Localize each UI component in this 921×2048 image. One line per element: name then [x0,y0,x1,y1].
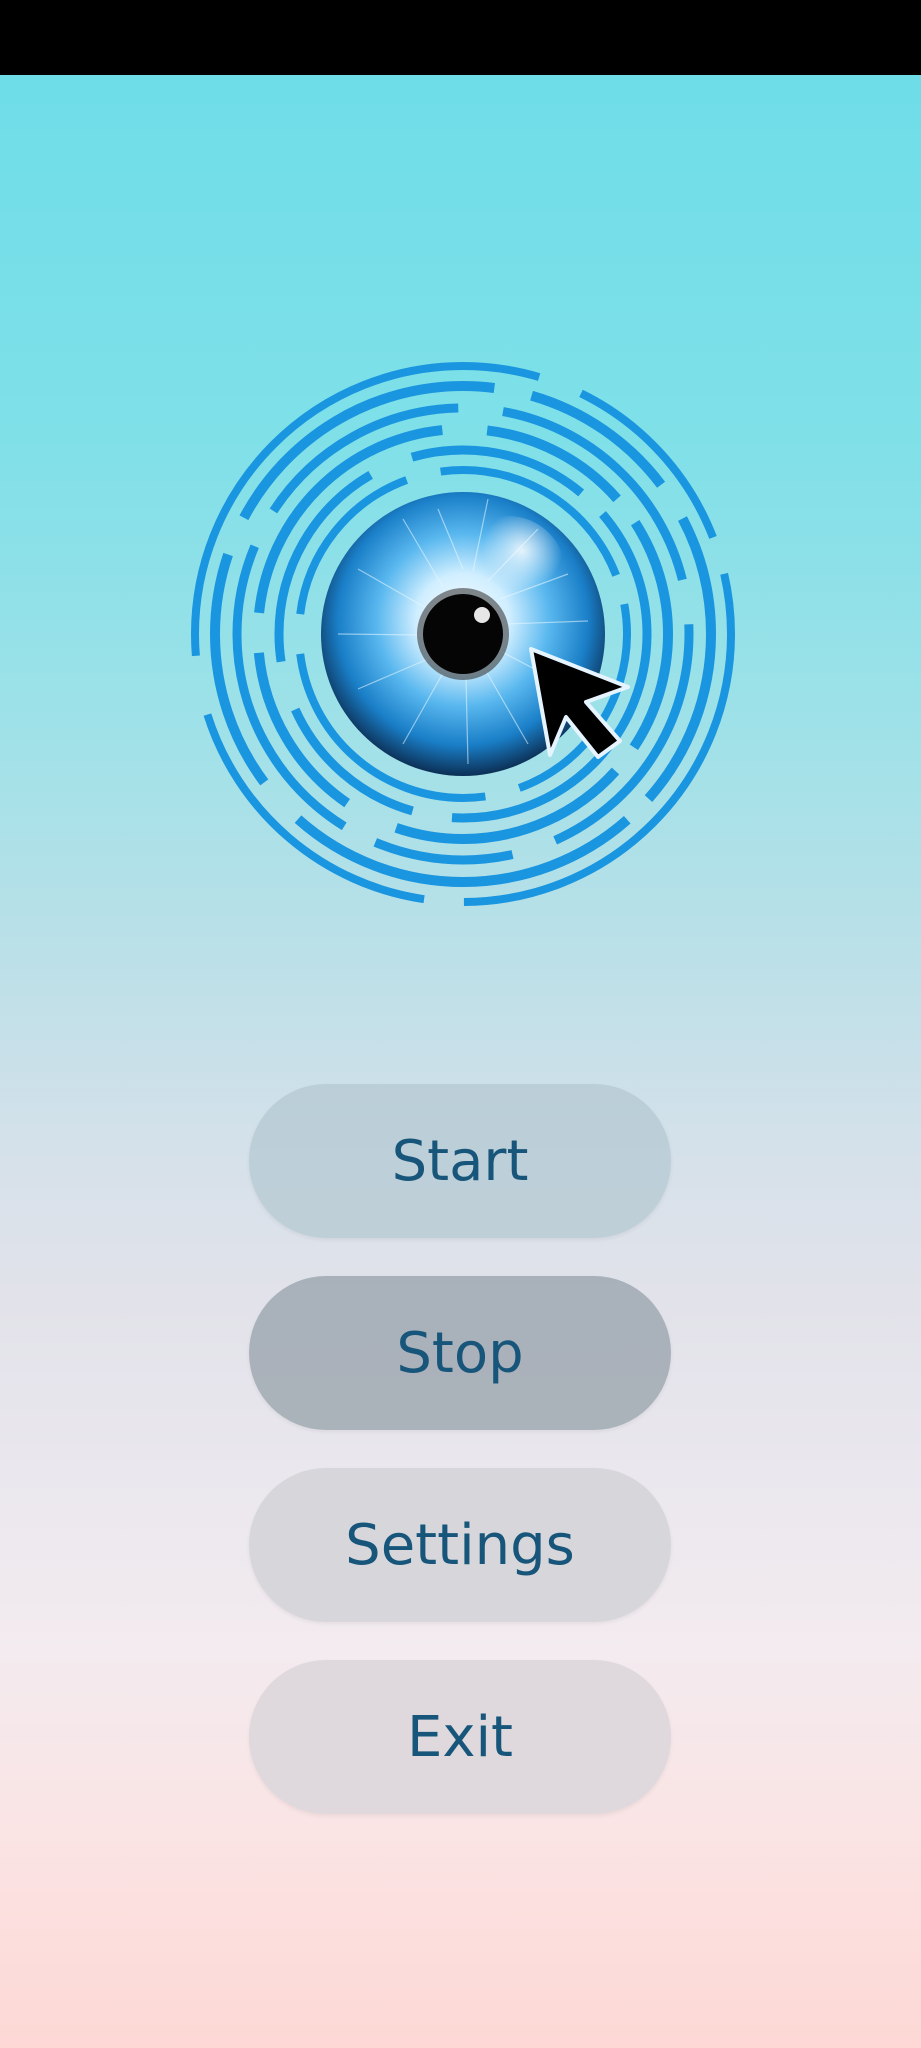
stop-button[interactable]: Stop [249,1276,671,1430]
exit-button[interactable]: Exit [249,1660,671,1814]
start-button[interactable]: Start [249,1084,671,1238]
status-bar [0,0,921,75]
main-menu-screen: Start Stop Settings Exit [0,75,921,2048]
eye-cursor-icon [191,362,735,906]
settings-button[interactable]: Settings [249,1468,671,1622]
